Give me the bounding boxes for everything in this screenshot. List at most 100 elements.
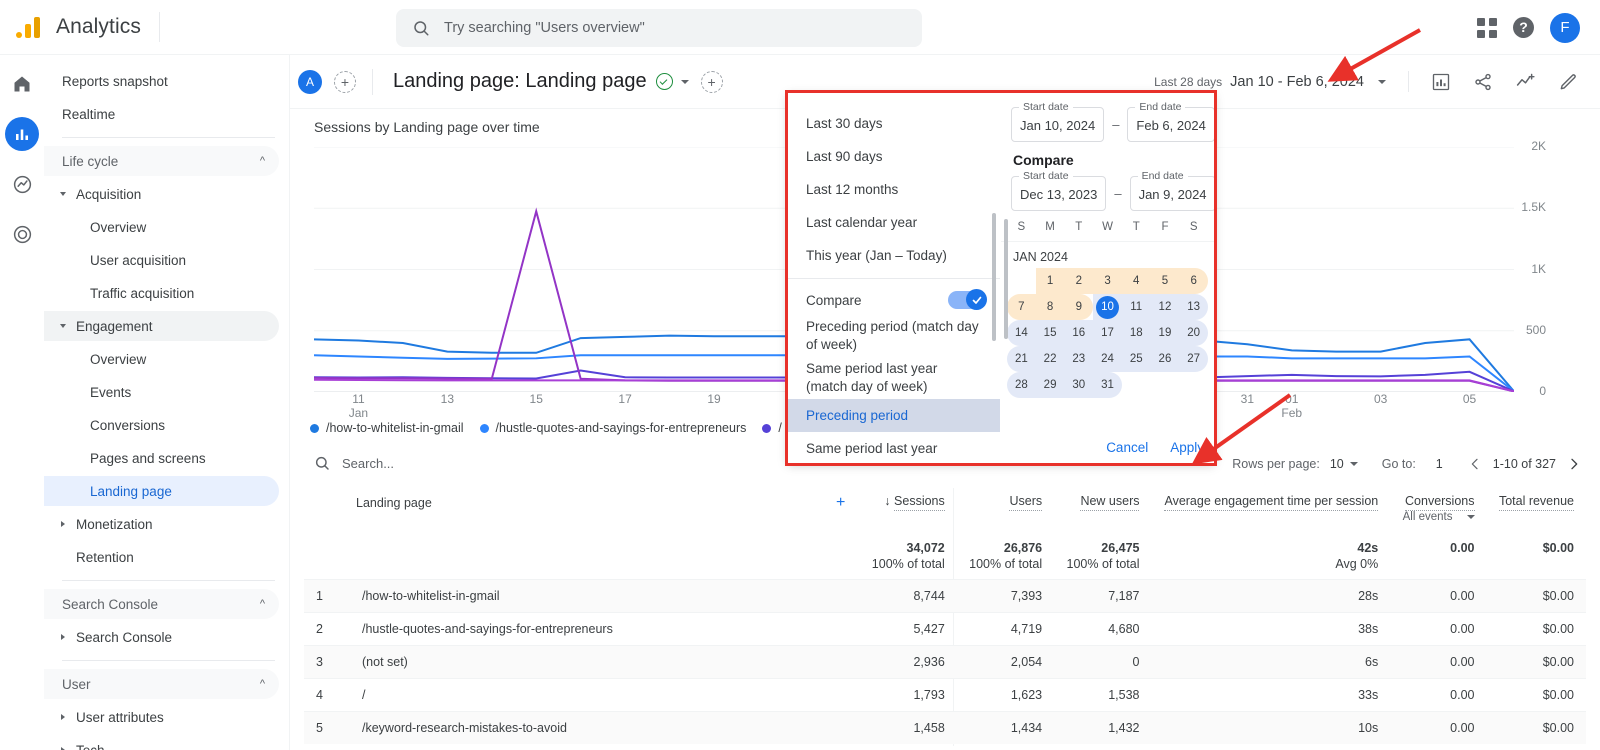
caret-down-icon[interactable] (60, 192, 66, 196)
sidebar-item-acquisition[interactable]: Acquisition (44, 179, 279, 209)
calendar-grid[interactable]: JAN 2024 1234567891011121314151617181920… (1001, 242, 1214, 398)
sidebar-item-monetization[interactable]: Monetization (44, 509, 279, 539)
row-landing-page[interactable]: /how-to-whitelist-in-gmail (350, 580, 859, 613)
add-dimension-button[interactable]: + (701, 71, 723, 93)
avatar[interactable]: F (1550, 13, 1580, 43)
sidebar-item-reports-snapshot[interactable]: Reports snapshot (44, 66, 279, 96)
chart-legend-item[interactable]: / (762, 421, 781, 435)
sidebar-item-engagement[interactable]: Engagement (44, 311, 279, 341)
calendar-selected-day[interactable]: 10 (1096, 296, 1119, 319)
column-header-landing-page[interactable]: Landing page+ (304, 488, 859, 527)
compare-option-preceding-period[interactable]: Preceding period (788, 399, 1000, 432)
primary-end-date-field[interactable]: End date Feb 6, 2024 (1127, 107, 1214, 142)
date-preset-last-12-months[interactable]: Last 12 months (788, 173, 1000, 206)
calendar-day-23[interactable]: 23 (1064, 346, 1093, 372)
calendar-day-10[interactable]: 10 (1093, 294, 1122, 320)
sort-descending-icon[interactable]: ↓ (884, 494, 894, 508)
help-icon[interactable]: ? (1513, 17, 1534, 38)
calendar-day-11[interactable]: 11 (1122, 294, 1151, 320)
sidebar-item-overview[interactable]: Overview (44, 212, 279, 242)
calendar-day-16[interactable]: 16 (1064, 320, 1093, 346)
sidebar-item-pages-and-screens[interactable]: Pages and screens (44, 443, 279, 473)
add-dimension-column-button[interactable]: + (836, 494, 845, 511)
table-row[interactable]: 3(not set)2,9362,05406s0.00$0.00 (304, 646, 1586, 679)
sidebar-item-landing-page[interactable]: Landing page (44, 476, 279, 506)
chart-legend-item[interactable]: /hustle-quotes-and-sayings-for-entrepren… (480, 421, 747, 435)
sidebar-item-tech[interactable]: Tech (44, 735, 279, 750)
column-header-new_users[interactable]: New users (1054, 488, 1151, 527)
share-icon[interactable] (1473, 72, 1493, 92)
rail-item-explore[interactable] (5, 167, 39, 201)
sidebar-item-user-attributes[interactable]: User attributes (44, 702, 279, 732)
table-row[interactable]: 2/hustle-quotes-and-sayings-for-entrepre… (304, 613, 1586, 646)
chevron-up-icon[interactable]: ^ (260, 155, 265, 167)
calendar-day-31[interactable]: 31 (1093, 372, 1122, 398)
comparison-chip-all-users[interactable]: A (298, 70, 322, 94)
grid-apps-icon[interactable] (1477, 18, 1497, 38)
date-preset-this-year-jan-today[interactable]: This year (Jan – Today) (788, 239, 1000, 272)
compare-toggle[interactable] (948, 291, 986, 309)
calendar-day-17[interactable]: 17 (1093, 320, 1122, 346)
calendar-day-25[interactable]: 25 (1122, 346, 1151, 372)
caret-right-icon[interactable] (61, 634, 65, 640)
table-row[interactable]: 4/1,7931,6231,53833s0.00$0.00 (304, 679, 1586, 712)
caret-down-icon[interactable] (60, 324, 66, 328)
caret-right-icon[interactable] (61, 714, 65, 720)
column-header-sessions[interactable]: ↓ Sessions (859, 488, 956, 527)
date-preset-last-30-days[interactable]: Last 30 days (788, 107, 1000, 140)
insights-icon[interactable] (1431, 72, 1451, 92)
chevron-up-icon[interactable]: ^ (260, 598, 265, 610)
goto-value[interactable]: 1 (1436, 457, 1443, 471)
trend-insights-icon[interactable] (1515, 71, 1536, 92)
chart-legend-item[interactable]: /how-to-whitelist-in-gmail (310, 421, 464, 435)
caret-right-icon[interactable] (61, 521, 65, 527)
edit-pencil-icon[interactable] (1558, 72, 1578, 92)
calendar-day-13[interactable]: 13 (1179, 294, 1208, 320)
calendar-day-5[interactable]: 5 (1151, 268, 1180, 294)
rail-item-home[interactable] (5, 67, 39, 101)
column-header-engagement[interactable]: Average engagement time per session (1151, 488, 1390, 527)
compare-option-preceding-period-match-day-of-week[interactable]: Preceding period (match day of week) (788, 315, 1000, 357)
calendar-day-4[interactable]: 4 (1122, 268, 1151, 294)
calendar-day-20[interactable]: 20 (1179, 320, 1208, 346)
calendar-day-14[interactable]: 14 (1007, 320, 1036, 346)
calendar-day-24[interactable]: 24 (1093, 346, 1122, 372)
date-preset-last-calendar-year[interactable]: Last calendar year (788, 206, 1000, 239)
sidebar-item-user[interactable]: User^ (44, 669, 279, 699)
date-range-chevron-down-icon[interactable] (1378, 80, 1386, 84)
calendar-day-18[interactable]: 18 (1122, 320, 1151, 346)
calendar-day-29[interactable]: 29 (1036, 372, 1065, 398)
sidebar-item-traffic-acquisition[interactable]: Traffic acquisition (44, 278, 279, 308)
rail-item-reports[interactable] (5, 117, 39, 151)
calendar-day-3[interactable]: 3 (1093, 268, 1122, 294)
calendar-day-30[interactable]: 30 (1064, 372, 1093, 398)
chevron-down-icon[interactable] (1467, 515, 1475, 519)
preset-list-scrollbar[interactable] (992, 213, 996, 341)
sidebar-item-search-console[interactable]: Search Console^ (44, 589, 279, 619)
compare-start-date-field[interactable]: Start date Dec 13, 2023 (1011, 176, 1106, 211)
compare-end-date-field[interactable]: End date Jan 9, 2024 (1130, 176, 1216, 211)
add-comparison-button[interactable]: + (334, 71, 356, 93)
chevron-down-icon[interactable] (681, 80, 689, 84)
table-row[interactable]: 5/keyword-research-mistakes-to-avoid1,45… (304, 712, 1586, 745)
sidebar-item-search-console[interactable]: Search Console (44, 622, 279, 652)
sidebar-item-events[interactable]: Events (44, 377, 279, 407)
calendar-day-7[interactable]: 7 (1007, 294, 1036, 320)
row-landing-page[interactable]: /keyword-research-mistakes-to-avoid (350, 712, 859, 745)
global-search-bar[interactable]: Try searching "Users overview" (396, 9, 922, 47)
table-row[interactable]: 1/how-to-whitelist-in-gmail8,7447,3937,1… (304, 580, 1586, 613)
calendar-day-22[interactable]: 22 (1036, 346, 1065, 372)
calendar-day-8[interactable]: 8 (1036, 294, 1065, 320)
calendar-day-21[interactable]: 21 (1007, 346, 1036, 372)
column-header-conversions[interactable]: ConversionsAll events (1390, 488, 1486, 527)
calendar-day-12[interactable]: 12 (1151, 294, 1180, 320)
rail-item-advertising[interactable] (5, 217, 39, 251)
column-header-users[interactable]: Users (957, 488, 1054, 527)
calendar-day-27[interactable]: 27 (1179, 346, 1208, 372)
compare-option-same-period-last-year-match-day-of-week[interactable]: Same period last year (match day of week… (788, 357, 1000, 399)
calendar-day-15[interactable]: 15 (1036, 320, 1065, 346)
sidebar-item-life-cycle[interactable]: Life cycle^ (44, 146, 279, 176)
calendar-day-6[interactable]: 6 (1179, 268, 1208, 294)
column-header-revenue[interactable]: Total revenue (1487, 488, 1587, 527)
compare-option-same-period-last-year[interactable]: Same period last year (788, 432, 1000, 463)
